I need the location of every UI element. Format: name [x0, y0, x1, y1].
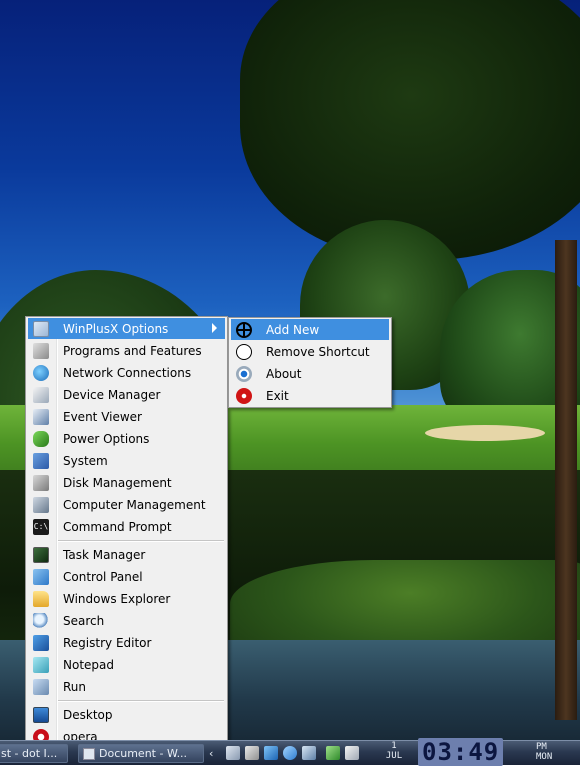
taskbar-button-label: Document - W... [99, 747, 188, 760]
tray-expand-arrow-icon[interactable]: ‹ [209, 747, 213, 760]
menu-item-disk-management[interactable]: Disk Management [28, 472, 225, 493]
menu-item-label: Programs and Features [63, 343, 202, 358]
menu-item-winplusx-options[interactable]: WinPlusX Options [28, 318, 225, 339]
task-manager-icon [33, 546, 49, 563]
menu-item-label: Power Options [63, 431, 150, 446]
clock-day: 1 [391, 741, 397, 751]
menu-item-notepad[interactable]: Notepad [28, 654, 225, 675]
clock-weekday: MON [536, 752, 553, 762]
winplusx-menu: WinPlusX Options Programs and Features N… [25, 316, 228, 748]
menu-item-search[interactable]: Search [28, 610, 225, 631]
menu-item-task-manager[interactable]: Task Manager [28, 544, 225, 565]
menu-item-run[interactable]: Run [28, 676, 225, 697]
menu-item-label: Notepad [63, 657, 114, 672]
submenu-item-about[interactable]: About [231, 363, 389, 384]
desktop-icon [33, 706, 49, 723]
taskbar-button-document[interactable]: Document - W... [78, 744, 204, 763]
menu-item-power-options[interactable]: Power Options [28, 428, 225, 449]
submenu-item-remove-shortcut[interactable]: Remove Shortcut [231, 341, 389, 362]
menu-item-label: Control Panel [63, 569, 143, 584]
search-icon [33, 612, 49, 629]
winplusx-options-submenu: Add New Remove Shortcut About Exit [228, 317, 392, 408]
tray-monitor-icon[interactable] [302, 746, 316, 760]
disk-icon [33, 474, 49, 491]
clock-date[interactable]: 1 JUL [380, 741, 408, 761]
tray-window-icon[interactable] [226, 746, 240, 760]
command-prompt-icon: C:\ [33, 518, 49, 535]
remove-icon [236, 343, 252, 360]
clock-ampm: PM MON [536, 742, 552, 762]
taskbar: st - dot I... Document - W... ‹ 1 JUL 03… [0, 738, 580, 766]
menu-item-programs-features[interactable]: Programs and Features [28, 340, 225, 361]
menu-item-computer-management[interactable]: Computer Management [28, 494, 225, 515]
menu-item-network-connections[interactable]: Network Connections [28, 362, 225, 383]
menu-item-label: Registry Editor [63, 635, 152, 650]
submenu-item-label: Exit [266, 388, 289, 403]
menu-item-label: Device Manager [63, 387, 161, 402]
menu-item-registry-editor[interactable]: Registry Editor [28, 632, 225, 653]
wallpaper-sand-bunker [425, 425, 545, 441]
menu-item-system[interactable]: System [28, 450, 225, 471]
menu-item-desktop[interactable]: Desktop [28, 704, 225, 725]
menu-item-label: System [63, 453, 108, 468]
menu-item-label: Windows Explorer [63, 591, 171, 606]
menu-separator [58, 540, 224, 542]
menu-item-control-panel[interactable]: Control Panel [28, 566, 225, 587]
wallpaper-tree-canopy [240, 0, 580, 260]
computer-management-icon [33, 496, 49, 513]
tray-network-icon[interactable] [264, 746, 278, 760]
clock-time[interactable]: 03:49 [418, 738, 504, 766]
menu-item-windows-explorer[interactable]: Windows Explorer [28, 588, 225, 609]
power-icon [33, 430, 49, 447]
menu-item-event-viewer[interactable]: Event Viewer [28, 406, 225, 427]
device-manager-icon [33, 386, 49, 403]
programs-features-icon [33, 342, 49, 359]
menu-item-label: Computer Management [63, 497, 206, 512]
winplusx-options-icon [33, 320, 49, 337]
about-icon [236, 365, 252, 382]
menu-item-label: Network Connections [63, 365, 192, 380]
menu-item-label: Run [63, 679, 87, 694]
document-icon [83, 747, 95, 760]
menu-item-label: Search [63, 613, 105, 628]
menu-item-label: Desktop [63, 707, 113, 722]
control-panel-icon [33, 568, 49, 585]
submenu-item-add-new[interactable]: Add New [231, 319, 389, 340]
menu-item-label: Command Prompt [63, 519, 172, 534]
menu-item-label: Disk Management [63, 475, 172, 490]
submenu-arrow-icon [212, 323, 217, 333]
submenu-item-label: Remove Shortcut [266, 344, 370, 359]
explorer-icon [33, 590, 49, 607]
taskbar-button-task1[interactable]: st - dot I... [0, 744, 68, 763]
network-icon [33, 364, 49, 381]
menu-item-label: WinPlusX Options [63, 321, 169, 336]
taskbar-button-label: st - dot I... [1, 747, 58, 760]
system-icon [33, 452, 49, 469]
menu-item-label: Event Viewer [63, 409, 142, 424]
volume-icon[interactable] [345, 746, 359, 760]
registry-icon [33, 634, 49, 651]
tray-gear-icon[interactable] [283, 746, 297, 760]
submenu-item-label: About [266, 366, 302, 381]
notepad-icon [33, 656, 49, 673]
submenu-item-exit[interactable]: Exit [231, 385, 389, 406]
add-icon [236, 321, 252, 338]
run-icon [33, 678, 49, 695]
submenu-item-label: Add New [266, 322, 320, 337]
menu-item-device-manager[interactable]: Device Manager [28, 384, 225, 405]
tray-shield-icon[interactable] [326, 746, 340, 760]
menu-item-command-prompt[interactable]: C:\ Command Prompt [28, 516, 225, 537]
clock-month: JUL [385, 751, 403, 761]
menu-separator [58, 700, 224, 702]
wallpaper-tree-trunk [555, 240, 577, 720]
menu-item-label: Task Manager [63, 547, 146, 562]
event-viewer-icon [33, 408, 49, 425]
exit-icon [236, 387, 252, 404]
clock-ampm-label: PM [536, 742, 547, 752]
tray-stack-icon[interactable] [245, 746, 259, 760]
